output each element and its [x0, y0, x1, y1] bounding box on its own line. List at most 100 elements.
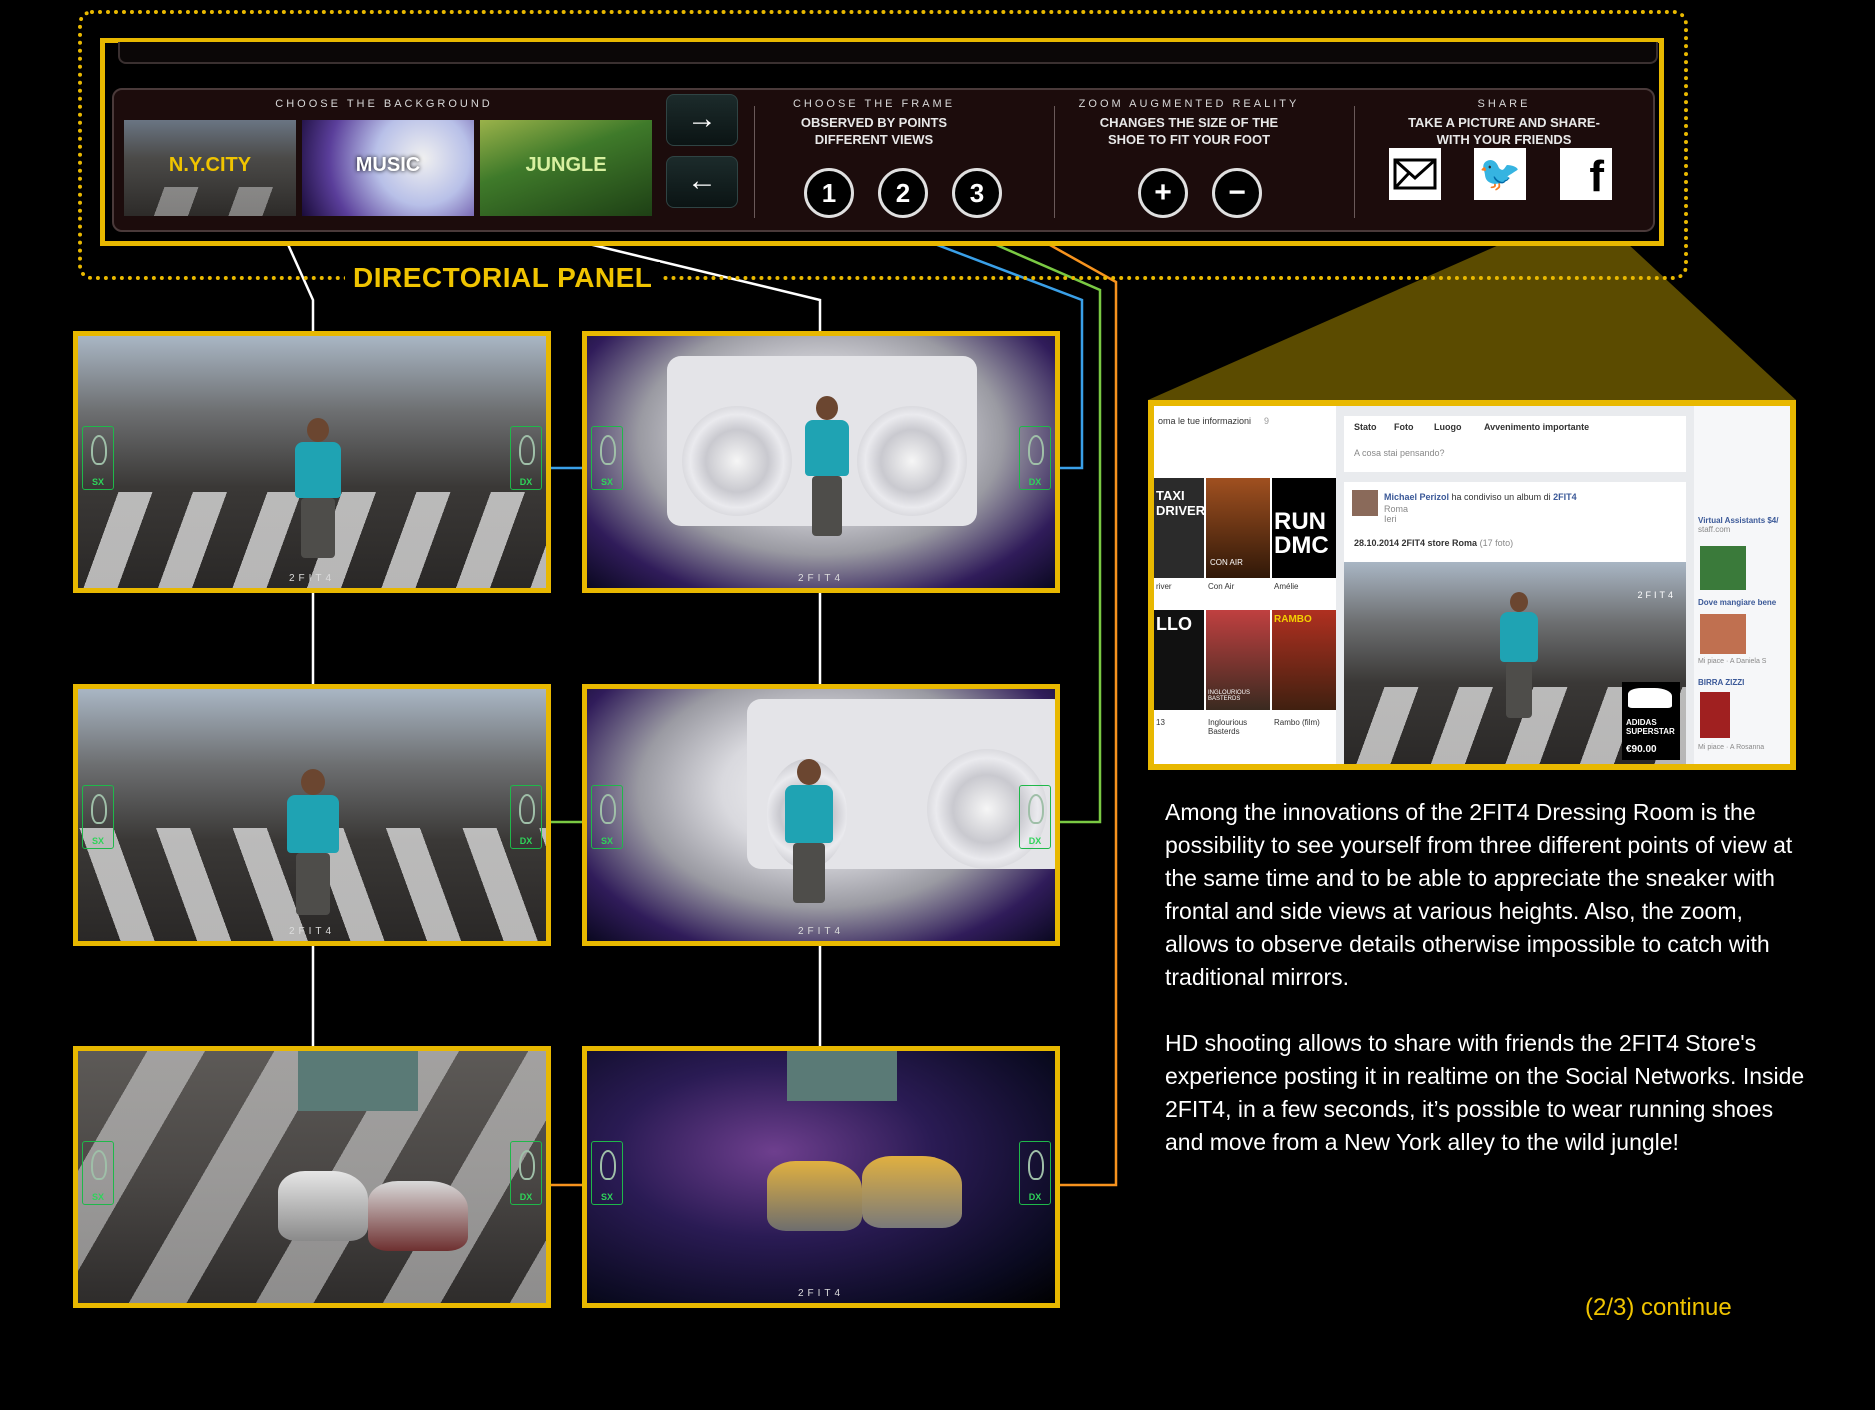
- fb-status-composer[interactable]: Stato Foto Luogo Avvenimento importante …: [1344, 416, 1686, 472]
- right-foot-marker: DX: [510, 1141, 542, 1205]
- fb-left-count: 9: [1264, 416, 1270, 426]
- fb-album-title: 28.10.2014 2FIT4 store Roma: [1354, 538, 1478, 548]
- facebook-share-screenshot: oma le tue informazioni 9 TAXI DRIVER CO…: [1148, 400, 1796, 770]
- zoom-out-button[interactable]: −: [1212, 168, 1262, 218]
- zoom-in-button[interactable]: +: [1138, 168, 1188, 218]
- background-heading: CHOOSE THE BACKGROUND: [275, 98, 493, 110]
- left-foot-marker: SX: [82, 426, 114, 490]
- description-paragraph-2: HD shooting allows to share with friends…: [1165, 1030, 1805, 1155]
- fb-ad[interactable]: Virtual Assistants $4/ staff.com: [1698, 516, 1778, 534]
- model-figure: [797, 396, 857, 546]
- view-1-button[interactable]: 1: [804, 168, 854, 218]
- share-facebook-button[interactable]: f: [1560, 148, 1612, 201]
- right-foot-marker: DX: [1019, 1141, 1051, 1205]
- fb-ad[interactable]: BIRRA ZIZZI: [1698, 678, 1744, 687]
- background-option-jungle[interactable]: JUNGLE: [480, 120, 652, 216]
- movie-poster: LLO: [1154, 610, 1204, 710]
- frame-watermark: 2FIT4: [797, 1288, 845, 1299]
- background-option-label: JUNGLE: [525, 154, 607, 176]
- share-title: TAKE A PICTURE AND SHARE- WITH YOUR FRIE…: [1408, 115, 1600, 147]
- zoom-heading: ZOOM AUGMENTED REALITY: [1078, 98, 1300, 110]
- fb-post-photo[interactable]: 2FIT4 ADIDAS SUPERSTAR €90.00: [1344, 562, 1686, 764]
- arrow-right-icon: →: [687, 102, 717, 135]
- fb-left-column: oma le tue informazioni 9 TAXI DRIVER CO…: [1154, 406, 1336, 764]
- view-2-nyc-frame: SX DX 2FIT4: [73, 684, 551, 946]
- avatar: [1352, 490, 1378, 516]
- movie-poster: TAXI DRIVER: [1154, 478, 1205, 578]
- frame-watermark: 2FIT4: [797, 926, 845, 937]
- sneaker-right: [862, 1156, 962, 1228]
- share-twitter-button[interactable]: 🐦: [1474, 148, 1526, 200]
- model-figure: [278, 769, 348, 929]
- movie-poster: RUN DMC: [1272, 478, 1336, 578]
- product-price: €90.00: [1626, 744, 1657, 755]
- fb-tab-status[interactable]: Stato: [1354, 422, 1377, 432]
- previous-background-button[interactable]: ←: [666, 156, 738, 208]
- left-foot-marker: SX: [82, 785, 114, 849]
- share-heading: SHARE: [1477, 98, 1531, 110]
- directorial-panel: CHOOSE THE BACKGROUND N.Y.CITY MUSIC JUN…: [112, 88, 1655, 232]
- section-divider: [1354, 106, 1355, 218]
- view-2-button[interactable]: 2: [878, 168, 928, 218]
- arrow-left-icon: ←: [687, 164, 717, 197]
- frame-watermark: 2FIT4: [797, 573, 845, 584]
- continue-link[interactable]: (2/3) continue: [1585, 1294, 1732, 1322]
- fb-ad[interactable]: Dove mangiare bene: [1698, 598, 1776, 607]
- mail-icon: [1393, 158, 1437, 190]
- right-foot-marker: DX: [510, 426, 542, 490]
- shorts: [298, 1051, 418, 1111]
- frame-watermark: 2FIT4: [288, 573, 336, 584]
- view-1-music-frame: SX DX 2FIT4: [582, 331, 1060, 593]
- next-background-button[interactable]: →: [666, 94, 738, 146]
- panel-top-bar: [118, 42, 1658, 64]
- section-divider: [1054, 106, 1055, 218]
- view-3-button[interactable]: 3: [952, 168, 1002, 218]
- model-figure: [288, 418, 348, 568]
- movie-poster: RAMBO: [1272, 610, 1336, 710]
- left-foot-marker: SX: [591, 426, 623, 490]
- facebook-icon: f: [1589, 152, 1604, 201]
- movie-poster: CON AIR: [1206, 478, 1270, 578]
- background-option-label: MUSIC: [355, 154, 421, 176]
- fb-tab-place[interactable]: Luogo: [1434, 422, 1462, 432]
- movie-poster: INGLOURIOUS BASTERDS: [1206, 610, 1270, 710]
- sneaker-thumb: [1628, 688, 1672, 708]
- frame-heading: CHOOSE THE FRAME: [792, 98, 956, 110]
- photo-logo: 2FIT4: [1637, 590, 1676, 600]
- frame-title: OBSERVED BY POINTS DIFFERENT VIEWS: [800, 115, 948, 147]
- fb-ads-column: Virtual Assistants $4/ staff.com Dove ma…: [1694, 406, 1790, 764]
- fb-status-input[interactable]: A cosa stai pensando?: [1354, 448, 1445, 458]
- share-mail-button[interactable]: [1389, 148, 1441, 200]
- sneaker-left: [278, 1171, 368, 1241]
- ad-image: [1700, 546, 1746, 590]
- shorts: [787, 1051, 897, 1101]
- frame-watermark: 2FIT4: [288, 926, 336, 937]
- ad-image: [1700, 692, 1730, 738]
- directorial-panel-label: DIRECTORIAL PANEL: [345, 262, 661, 294]
- section-divider: [754, 106, 755, 218]
- fb-tab-life-event[interactable]: Avvenimento importante: [1484, 422, 1589, 432]
- fb-post: Michael Perizol ha condiviso un album di…: [1344, 482, 1686, 764]
- left-foot-marker: SX: [591, 785, 623, 849]
- zoom-title: CHANGES THE SIZE OF THE SHOE TO FIT YOUR…: [1099, 115, 1279, 147]
- twitter-icon: 🐦: [1478, 155, 1522, 193]
- sneaker-right: [368, 1181, 468, 1251]
- view-3-music-frame: SX DX 2FIT4: [582, 1046, 1060, 1308]
- left-foot-marker: SX: [591, 1141, 623, 1205]
- fb-left-header: oma le tue informazioni: [1158, 416, 1252, 426]
- ad-image: [1700, 614, 1746, 654]
- view-3-nyc-frame: SX DX: [73, 1046, 551, 1308]
- background-option-label: N.Y.CITY: [168, 154, 252, 176]
- background-option-ny-city[interactable]: N.Y.CITY: [124, 120, 296, 216]
- right-foot-marker: DX: [1019, 785, 1051, 849]
- product-tag[interactable]: ADIDAS SUPERSTAR €90.00: [1622, 682, 1680, 760]
- fb-tab-photo[interactable]: Foto: [1394, 422, 1414, 432]
- background-option-music[interactable]: MUSIC: [302, 120, 474, 216]
- right-foot-marker: DX: [510, 785, 542, 849]
- sneaker-left: [767, 1161, 862, 1231]
- model-figure: [777, 759, 841, 919]
- right-foot-marker: DX: [1019, 426, 1051, 490]
- product-name: ADIDAS SUPERSTAR: [1626, 718, 1675, 736]
- fb-post-author: Michael Perizol: [1384, 492, 1450, 502]
- description-paragraph-1: Among the innovations of the 2FIT4 Dress…: [1165, 799, 1793, 990]
